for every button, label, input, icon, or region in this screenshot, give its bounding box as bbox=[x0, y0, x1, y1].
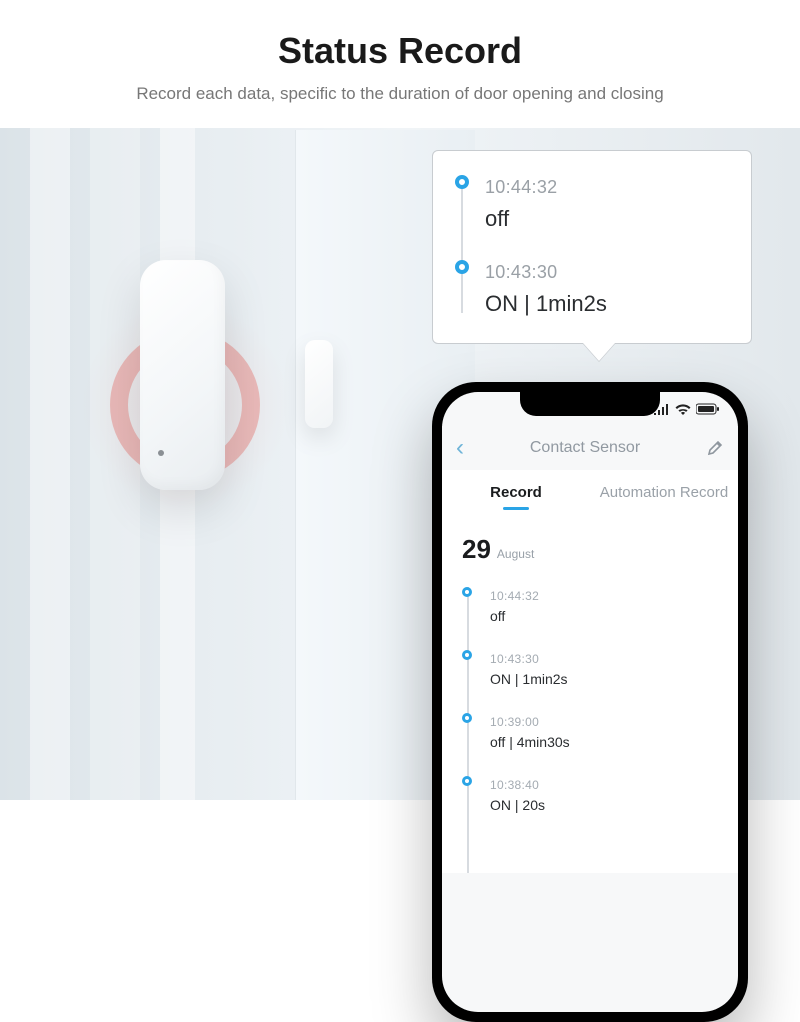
callout-timeline: 10:44:32 off 10:43:30 ON | 1min2s bbox=[455, 169, 731, 321]
tab-automation-record[interactable]: Automation Record bbox=[590, 470, 738, 524]
date-day: 29 bbox=[462, 534, 491, 565]
edit-icon[interactable] bbox=[706, 439, 724, 457]
timeline-state: ON | 1min2s bbox=[485, 291, 731, 317]
timeline-time: 10:44:32 bbox=[485, 177, 731, 198]
phone-notch bbox=[520, 392, 660, 416]
timeline-dot-icon bbox=[455, 260, 469, 274]
page-subtitle: Record each data, specific to the durati… bbox=[0, 84, 800, 104]
tab-label: Automation Record bbox=[600, 484, 728, 501]
timeline-state: off bbox=[490, 608, 718, 624]
phone-timeline[interactable]: 10:44:32 off 10:43:30 ON | 1min2s 10:39:… bbox=[442, 571, 738, 873]
timeline-item: 10:38:40 ON | 20s bbox=[482, 770, 718, 833]
timeline-time: 10:38:40 bbox=[490, 778, 718, 792]
date-row: 29 August bbox=[442, 524, 738, 571]
back-icon[interactable]: ‹ bbox=[456, 436, 464, 460]
timeline-state: off bbox=[485, 206, 731, 232]
timeline-state: ON | 20s bbox=[490, 797, 718, 813]
door-sensor-body bbox=[140, 260, 225, 490]
phone-mockup: ‹ Contact Sensor Record Automation Recor… bbox=[432, 382, 748, 1022]
timeline-state: off | 4min30s bbox=[490, 734, 718, 750]
tab-record[interactable]: Record bbox=[442, 470, 590, 524]
timeline-dot-icon bbox=[462, 713, 472, 723]
timeline-time: 10:39:00 bbox=[490, 715, 718, 729]
door-sensor-magnet bbox=[305, 340, 333, 428]
timeline-item: 10:39:00 off | 4min30s bbox=[482, 707, 718, 770]
timeline-dot-icon bbox=[462, 650, 472, 660]
app-title: Contact Sensor bbox=[530, 439, 640, 457]
timeline-item: 10:43:30 ON | 1min2s bbox=[482, 644, 718, 707]
timeline-item: 10:44:32 off bbox=[482, 581, 718, 644]
timeline-dot-icon bbox=[462, 776, 472, 786]
record-tabs: Record Automation Record bbox=[442, 470, 738, 524]
timeline-dot-icon bbox=[455, 175, 469, 189]
timeline-item: 10:44:32 off bbox=[477, 169, 731, 254]
app-header: ‹ Contact Sensor bbox=[442, 426, 738, 470]
page-title: Status Record bbox=[0, 30, 800, 72]
timeline-dot-icon bbox=[462, 587, 472, 597]
sensor-led-icon bbox=[158, 450, 164, 456]
phone-screen: ‹ Contact Sensor Record Automation Recor… bbox=[442, 392, 738, 1012]
date-month: August bbox=[497, 547, 534, 561]
wifi-icon bbox=[675, 403, 691, 415]
page-header: Status Record Record each data, specific… bbox=[0, 0, 800, 104]
timeline-item: 10:43:30 ON | 1min2s bbox=[477, 254, 731, 321]
timeline-state: ON | 1min2s bbox=[490, 671, 718, 687]
tab-label: Record bbox=[490, 484, 542, 501]
battery-icon bbox=[696, 403, 720, 415]
timeline-time: 10:43:30 bbox=[485, 262, 731, 283]
timeline-time: 10:43:30 bbox=[490, 652, 718, 666]
record-callout: 10:44:32 off 10:43:30 ON | 1min2s bbox=[432, 150, 752, 344]
timeline-time: 10:44:32 bbox=[490, 589, 718, 603]
